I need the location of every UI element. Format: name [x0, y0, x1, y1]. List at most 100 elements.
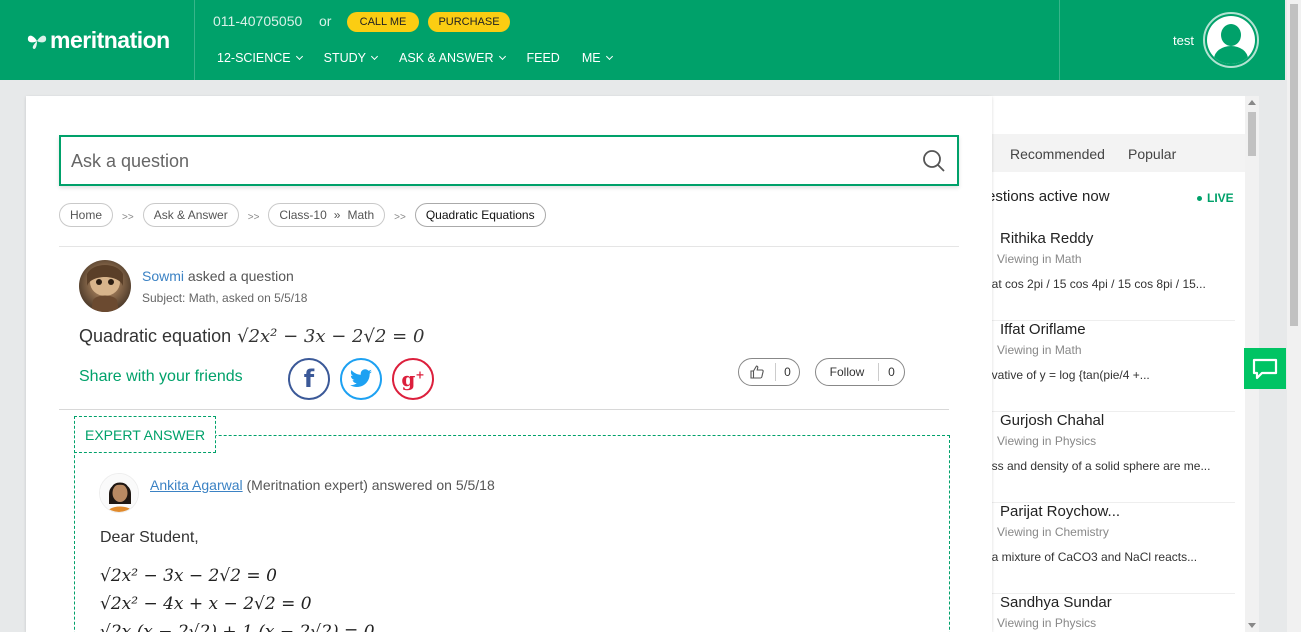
question-card: Home >> Ask & Answer >> Class-10 » Math …: [26, 96, 992, 632]
live-dot-icon: [1197, 195, 1202, 201]
header-divider: [194, 0, 195, 80]
call-me-button[interactable]: CALL ME: [347, 12, 419, 32]
expert-answer-tag: EXPERT ANSWER: [74, 416, 217, 453]
tab-recommended[interactable]: Recommended: [1010, 146, 1105, 162]
answer-step: √2x² − 3x − 2√2 = 0: [100, 566, 277, 586]
asked-text: asked a question: [187, 268, 294, 284]
user-icon: [1207, 16, 1255, 64]
google-plus-share-button[interactable]: g+: [392, 358, 434, 400]
facebook-share-button[interactable]: f: [288, 358, 330, 400]
answer-author-line: Ankita Agarwal (Meritnation expert) answ…: [150, 477, 495, 493]
question-meta: Subject: Math, asked on 5/5/18: [142, 291, 308, 305]
question-snippet: f a mixture of CaCO3 and NaCl reacts...: [985, 550, 1198, 564]
question-snippet: hat cos 2pi / 15 cos 4pi / 15 cos 8pi / …: [985, 277, 1206, 291]
twitter-icon: [350, 369, 372, 387]
expert-avatar[interactable]: [99, 473, 139, 513]
question-snippet: rivative of y = log {tan(pie/4 +...: [985, 368, 1150, 382]
follow-count: 0: [888, 365, 895, 379]
breadcrumb-topic[interactable]: Quadratic Equations: [414, 203, 546, 227]
nav-12-science[interactable]: 12-SCIENCE: [217, 51, 303, 65]
breadcrumb-home[interactable]: Home: [59, 203, 114, 227]
question-equation: √2x² − 3x − 2√2 = 0: [237, 326, 425, 347]
logo-text: meritnation: [50, 26, 170, 53]
divider: [59, 409, 949, 410]
chevron-down-icon: [370, 52, 379, 61]
nav-feed[interactable]: FEED: [527, 51, 560, 65]
user-name: Parijat Roychow...: [1000, 503, 1121, 520]
asker-avatar[interactable]: [79, 260, 131, 312]
nav-label: FEED: [526, 51, 560, 65]
search-input[interactable]: [71, 149, 891, 173]
purchase-button[interactable]: PURCHASE: [428, 12, 510, 32]
nav-label: ASK & ANSWER: [399, 51, 494, 65]
live-label: LIVE: [1207, 191, 1234, 205]
nav-ask-answer[interactable]: ASK & ANSWER: [399, 51, 506, 65]
breadcrumb-ask-answer[interactable]: Ask & Answer: [142, 203, 239, 227]
user-avatar[interactable]: [1203, 12, 1259, 68]
breadcrumb-class[interactable]: Class-10 » Math: [268, 203, 386, 227]
nav-study[interactable]: STUDY: [323, 51, 379, 65]
share-text: Share with your friends: [79, 368, 243, 385]
user-name[interactable]: test: [1173, 33, 1194, 48]
doll-avatar-image: [87, 265, 123, 312]
question-label: Quadratic equation: [79, 326, 232, 346]
viewing-subject: Viewing in Math: [997, 343, 1082, 357]
answer-step: √2x² − 4x + x − 2√2 = 0: [100, 594, 312, 614]
or-text: or: [319, 13, 332, 29]
breadcrumb: Home >> Ask & Answer >> Class-10 » Math …: [59, 203, 546, 227]
like-button[interactable]: 0: [738, 358, 800, 386]
viewing-subject: Viewing in Physics: [997, 434, 1097, 448]
follow-button[interactable]: Follow 0: [815, 358, 905, 386]
answered-text: (Meritnation expert) answered on 5/5/18: [246, 477, 495, 493]
chevron-down-icon: [295, 52, 303, 61]
expert-photo-image: [100, 474, 138, 512]
thumbs-up-icon: [739, 363, 776, 381]
user-name: Iffat Oriflame: [1000, 321, 1086, 338]
nav-label: ME: [581, 51, 601, 65]
tab-popular[interactable]: Popular: [1128, 146, 1176, 162]
chat-button[interactable]: [1244, 348, 1286, 389]
breadcrumb-class-label: Class-10: [279, 208, 327, 222]
user-name: Sandhya Sundar: [1000, 594, 1112, 611]
main-nav: 12-SCIENCE STUDY ASK & ANSWER FEED ME: [217, 51, 634, 65]
chevron-down-icon: [605, 52, 613, 61]
viewing-subject: Viewing in Physics: [997, 616, 1097, 630]
page-scrollbar[interactable]: [1287, 0, 1301, 632]
search-bar: [59, 135, 959, 186]
chat-icon: [1252, 358, 1278, 379]
user-name: Rithika Reddy: [1000, 230, 1094, 247]
facebook-icon: f: [303, 365, 315, 393]
breadcrumb-class-separator: »: [333, 208, 341, 222]
double-chevron-icon: >>: [394, 212, 406, 223]
search-icon[interactable]: [922, 149, 946, 173]
follow-label: Follow: [816, 363, 879, 381]
divider: [59, 246, 959, 247]
breadcrumb-subject-label: Math: [347, 208, 375, 222]
meritnation-logo[interactable]: meritnation: [26, 24, 170, 56]
expert-name-link[interactable]: Ankita Agarwal: [150, 477, 243, 493]
header-divider: [1059, 0, 1060, 80]
question-snippet: ass and density of a solid sphere are me…: [985, 459, 1211, 473]
nav-me[interactable]: ME: [581, 51, 613, 65]
top-header: meritnation 011-40705050 or CALL ME PURC…: [0, 0, 1285, 80]
scroll-up-icon[interactable]: [1248, 100, 1256, 105]
like-count: 0: [784, 365, 791, 379]
page-scroll-thumb[interactable]: [1290, 4, 1298, 326]
twitter-share-button[interactable]: [340, 358, 382, 400]
chevron-down-icon: [498, 52, 506, 61]
live-badge: LIVE: [1197, 191, 1234, 205]
scroll-thumb[interactable]: [1248, 112, 1256, 156]
asker-name-link[interactable]: Sowmi: [142, 268, 184, 284]
scroll-down-icon[interactable]: [1248, 623, 1256, 628]
double-chevron-icon: >>: [247, 212, 260, 223]
user-name: Gurjosh Chahal: [1000, 412, 1105, 429]
nav-label: STUDY: [323, 51, 367, 65]
butterfly-logo-icon: [27, 35, 47, 49]
double-chevron-icon: >>: [122, 212, 134, 223]
answer-greeting: Dear Student,: [100, 529, 199, 546]
panel-title: estions active now: [987, 188, 1110, 205]
phone-number: 011-40705050: [213, 13, 303, 29]
answer-step: √2x (x − 2√2) + 1 (x − 2√2) = 0: [100, 622, 375, 632]
question-author-line: Sowmi asked a question: [142, 268, 294, 284]
google-plus-icon: g+: [401, 367, 425, 391]
